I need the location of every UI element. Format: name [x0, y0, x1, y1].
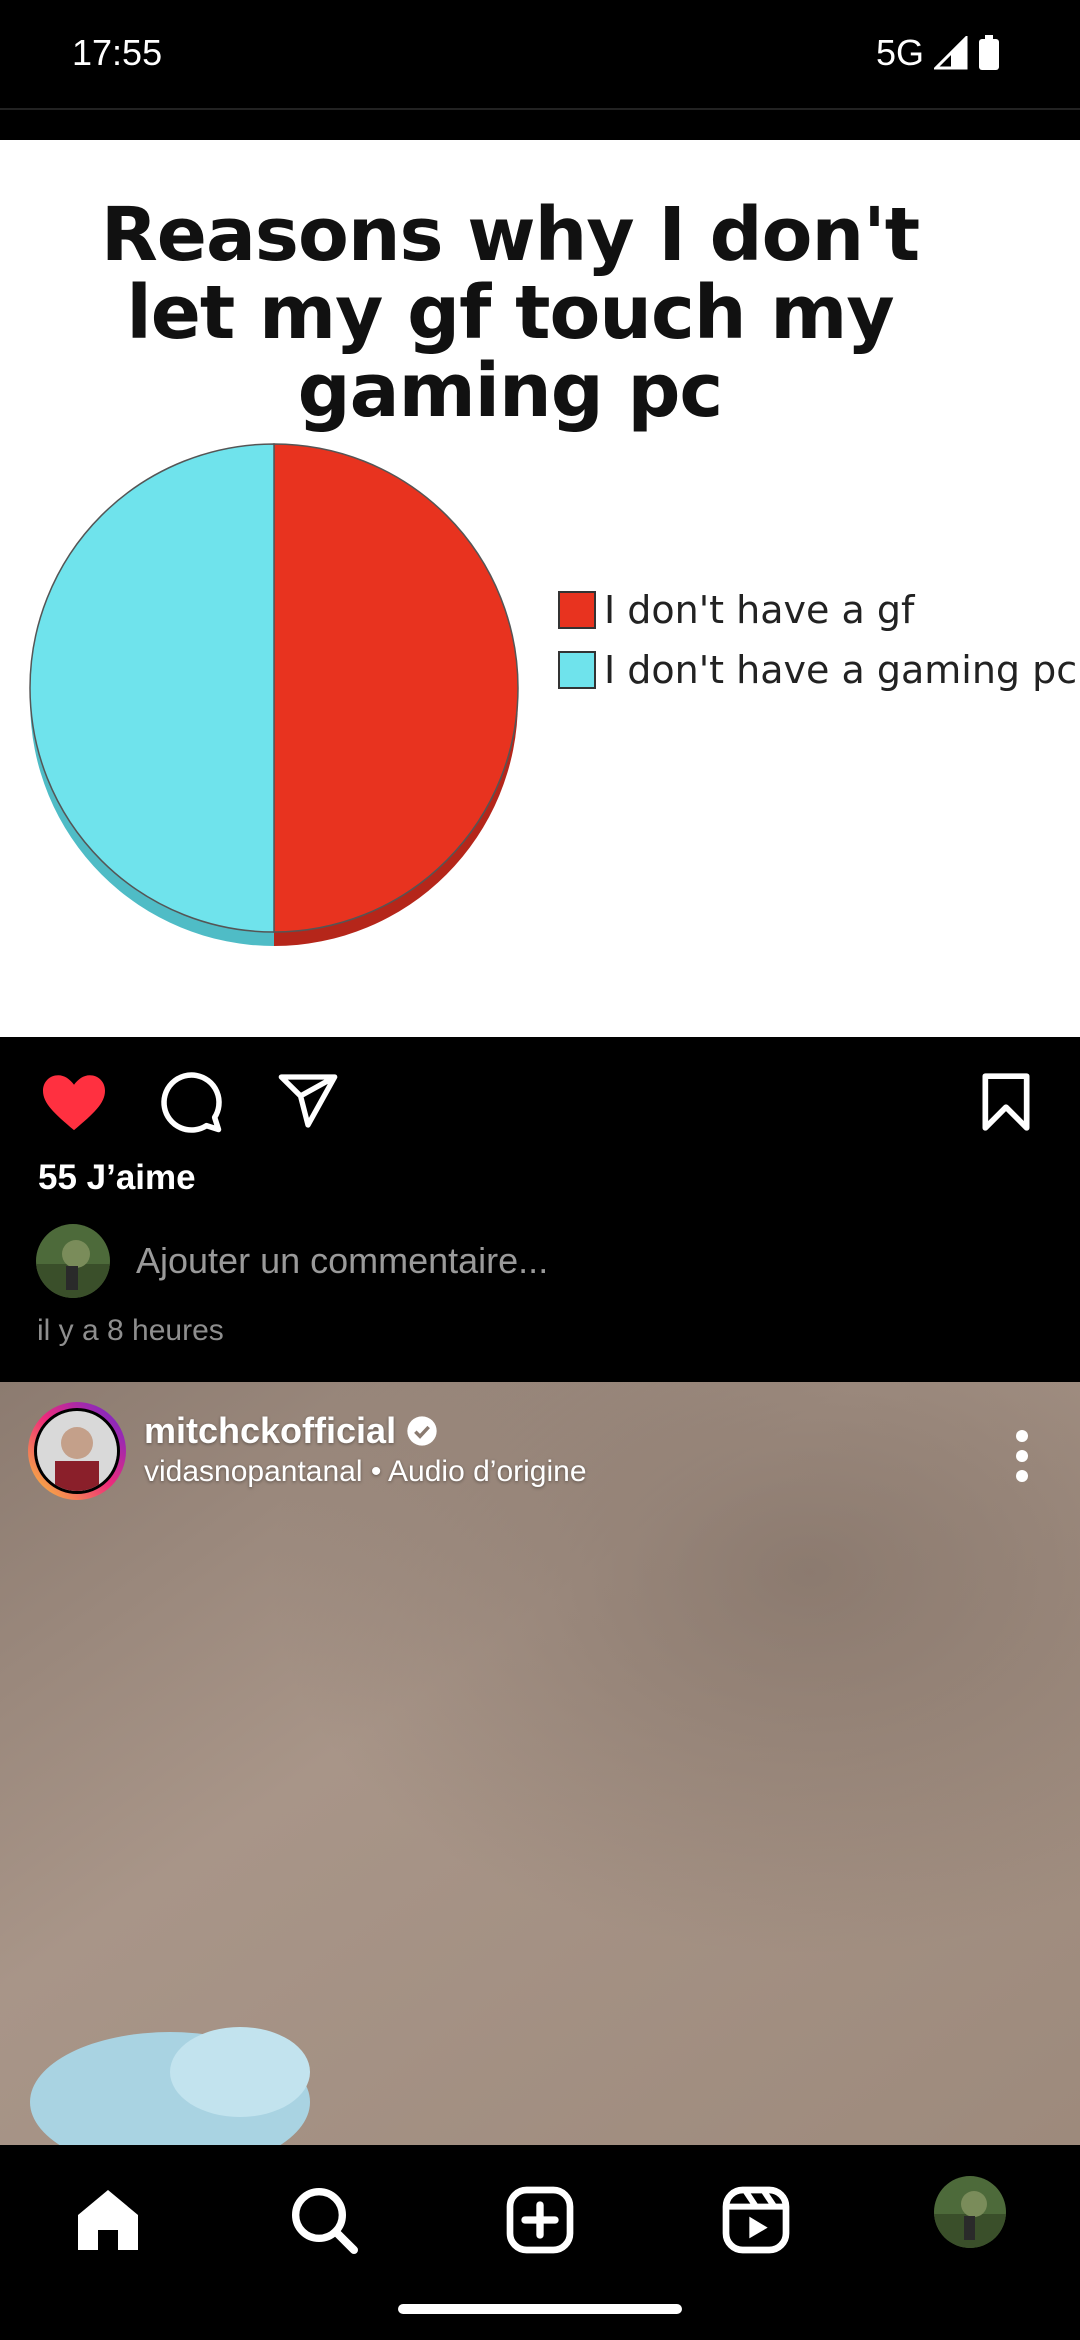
home-icon[interactable]	[68, 2180, 148, 2260]
network-label: 5G	[876, 32, 925, 73]
legend-label: I don't have a gaming pc	[604, 648, 1078, 692]
reel-frame	[0, 1382, 1080, 2145]
more-vertical-icon[interactable]	[1000, 1426, 1044, 1486]
legend-item-gaming-pc: I don't have a gaming pc	[558, 648, 1077, 692]
reel-author-avatar[interactable]	[34, 1408, 120, 1494]
send-icon[interactable]	[276, 1069, 340, 1133]
battery-icon	[979, 35, 1000, 70]
header-divider	[0, 108, 1080, 110]
legend-swatch	[558, 591, 596, 629]
signal-icon	[934, 36, 968, 70]
like-count[interactable]: 55 J’aime	[38, 1158, 196, 1198]
post-image[interactable]: Reasons why I don't let my gf touch my g…	[0, 150, 1080, 1037]
status-time: 17:55	[72, 32, 163, 73]
pie-chart	[29, 443, 519, 946]
reel-audio-info[interactable]: vidasnopantanal • Audio d’origine	[144, 1455, 587, 1489]
heart-icon[interactable]	[40, 1071, 108, 1133]
post-timestamp: il y a 8 heures	[37, 1314, 224, 1347]
pie-slice	[273, 443, 519, 933]
comment-input[interactable]: Ajouter un commentaire...	[136, 1240, 548, 1282]
reel-author-name[interactable]: mitchckofficial	[144, 1410, 438, 1452]
avatar	[36, 1224, 110, 1298]
legend-label: I don't have a gf	[604, 588, 915, 632]
legend-swatch	[558, 651, 596, 689]
meme-title: Reasons why I don't let my gf touch my g…	[100, 192, 920, 434]
reel-video[interactable]	[0, 1382, 1080, 2145]
legend-item-gf: I don't have a gf	[558, 588, 914, 632]
search-icon[interactable]	[284, 2180, 364, 2260]
post-top-edge	[0, 140, 1080, 150]
create-icon[interactable]	[500, 2180, 580, 2260]
home-indicator[interactable]	[398, 2304, 682, 2314]
comment-icon[interactable]	[158, 1069, 224, 1135]
verified-badge-icon	[407, 1416, 437, 1446]
reels-icon[interactable]	[716, 2180, 796, 2260]
bookmark-icon[interactable]	[980, 1071, 1032, 1133]
reel-username[interactable]: mitchckofficial	[144, 1410, 396, 1452]
network-indicator: 5G	[876, 32, 1000, 74]
pie-slice	[29, 443, 275, 933]
profile-avatar[interactable]	[934, 2176, 1006, 2248]
